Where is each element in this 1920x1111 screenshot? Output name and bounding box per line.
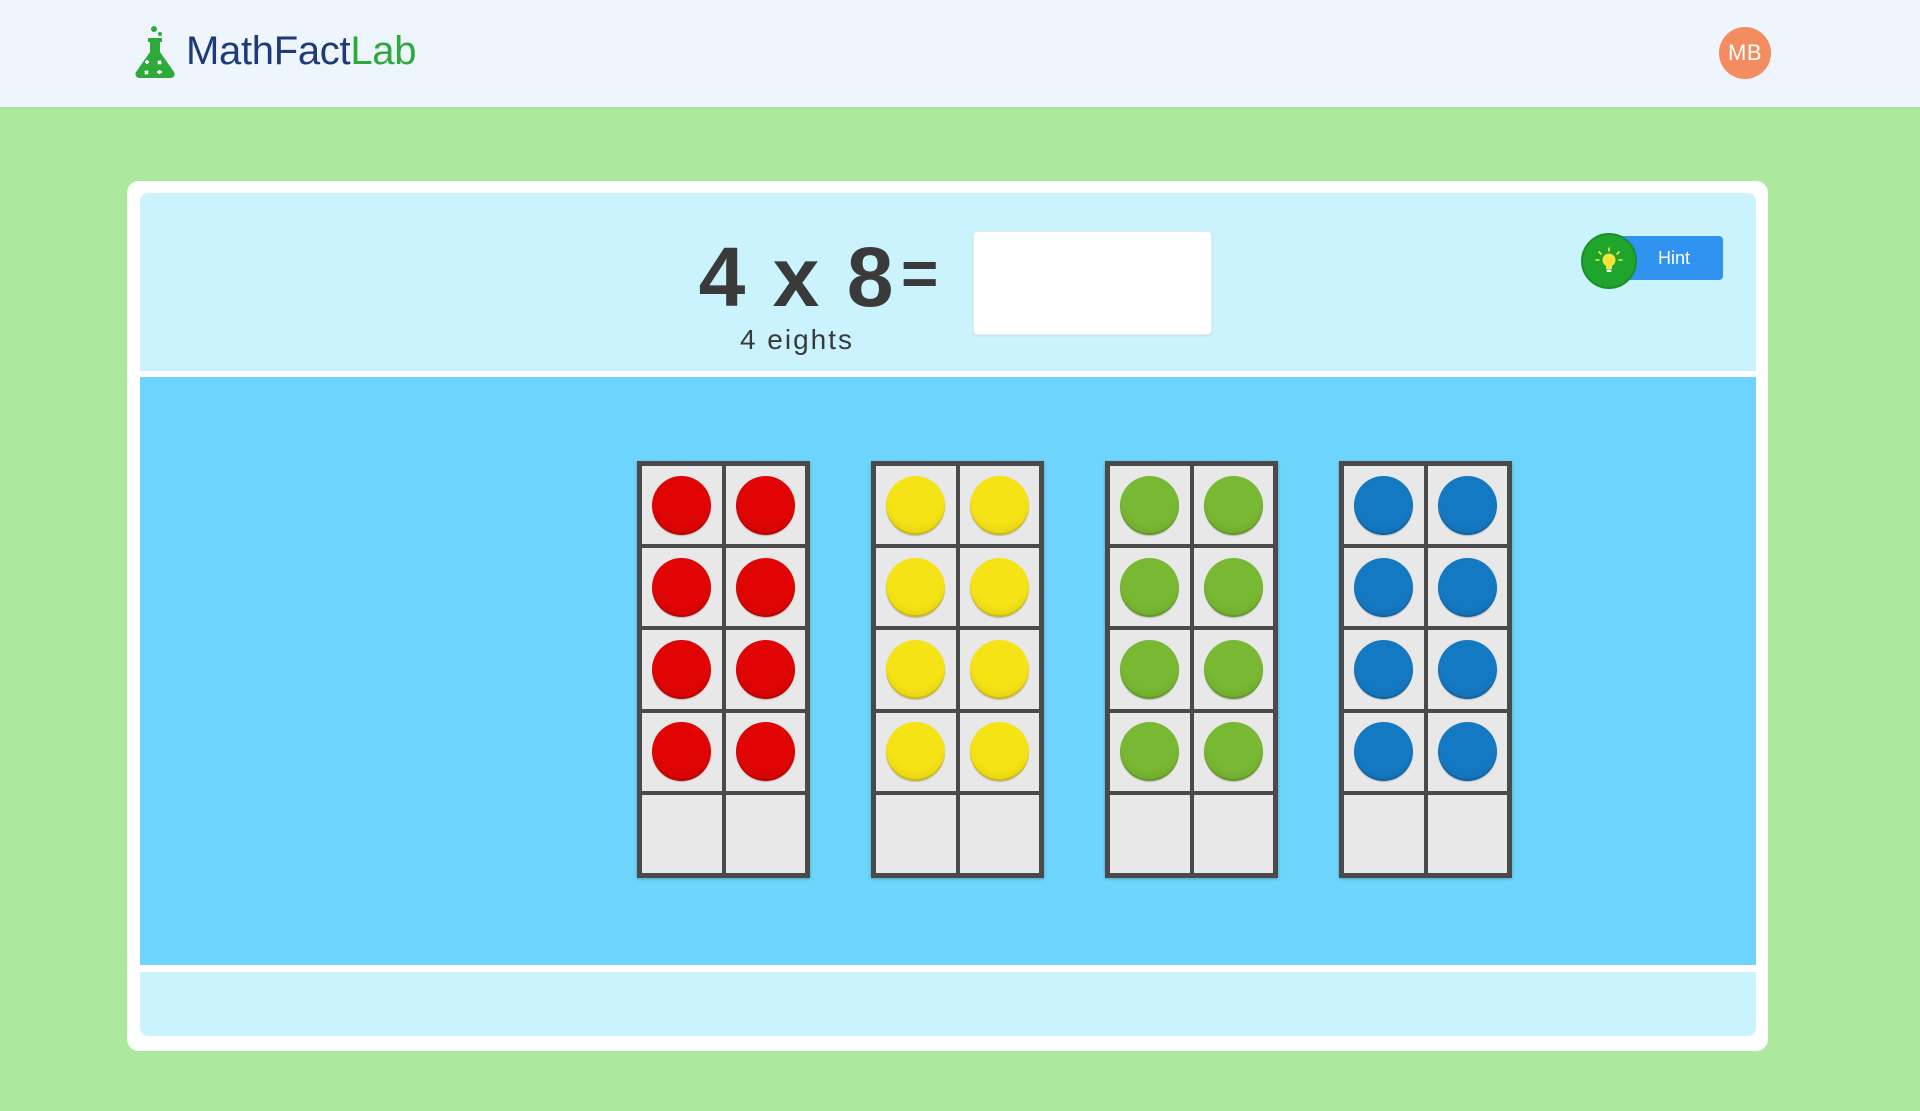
ten-frame-blue: [1339, 461, 1512, 878]
ten-frame-cell: [1344, 548, 1424, 627]
ten-frame-cell: [1110, 548, 1190, 627]
red-counter: [735, 557, 795, 617]
ten-frame-cell: [959, 466, 1039, 545]
ten-frame-cell: [725, 794, 805, 873]
green-counter: [1120, 639, 1180, 699]
ten-frame-cell: [1110, 712, 1190, 791]
yellow-counter: [886, 639, 946, 699]
blue-counter: [1437, 475, 1497, 535]
ten-frame-cell: [876, 712, 956, 791]
ten-frame-cell: [642, 548, 722, 627]
ten-frame-cell: [725, 630, 805, 709]
red-counter: [652, 557, 712, 617]
ten-frame-cell: [1427, 794, 1507, 873]
yellow-counter: [886, 475, 946, 535]
ten-frame-cell: [876, 630, 956, 709]
ten-frame-cell: [1427, 548, 1507, 627]
red-counter: [652, 475, 712, 535]
ten-frame-cell: [959, 712, 1039, 791]
ten-frame-yellow: [871, 461, 1044, 878]
feedback-panel: [140, 972, 1756, 1036]
flask-icon: [135, 26, 175, 78]
ten-frame-cell: [1110, 630, 1190, 709]
problem-panel: 4 x 8 4 eights = Hint: [140, 193, 1756, 371]
green-counter: [1203, 475, 1263, 535]
ten-frame-cell: [725, 712, 805, 791]
red-counter: [735, 722, 795, 782]
answer-input[interactable]: [973, 231, 1212, 335]
ten-frame-model-panel: [140, 377, 1756, 965]
red-counter: [735, 475, 795, 535]
blue-counter: [1354, 557, 1414, 617]
ten-frame-cell: [1427, 630, 1507, 709]
ten-frame-cell: [1193, 466, 1273, 545]
mathfactlab-logo[interactable]: MathFactLab: [132, 24, 416, 78]
yellow-counter: [886, 722, 946, 782]
blue-counter: [1437, 722, 1497, 782]
red-counter: [652, 722, 712, 782]
ten-frame-cell: [876, 794, 956, 873]
ten-frame-cell: [725, 548, 805, 627]
ten-frame-cell: [725, 466, 805, 545]
red-counter: [652, 639, 712, 699]
ten-frame-cell: [959, 548, 1039, 627]
ten-frame-red: [637, 461, 810, 878]
ten-frame-cell: [642, 712, 722, 791]
blue-counter: [1354, 722, 1414, 782]
lightbulb-icon: [1581, 233, 1637, 289]
green-counter: [1120, 475, 1180, 535]
green-counter: [1203, 557, 1263, 617]
fact-words: 4 eights: [739, 324, 855, 355]
ten-frame-cell: [1427, 712, 1507, 791]
yellow-counter: [969, 722, 1029, 782]
ten-frame-cell: [1344, 466, 1424, 545]
ten-frame-cell: [642, 794, 722, 873]
ten-frame-cell: [959, 630, 1039, 709]
ten-frame-cell: [1193, 630, 1273, 709]
logo-wordmark: MathFactLab: [186, 31, 416, 71]
ten-frame-cell: [1193, 548, 1273, 627]
ten-frame-cell: [1193, 712, 1273, 791]
logo-text-mathfact: MathFact: [186, 29, 351, 73]
ten-frame-cell: [642, 630, 722, 709]
hint-button[interactable]: Hint: [1581, 233, 1723, 289]
yellow-counter: [886, 557, 946, 617]
logo-text-lab: Lab: [350, 29, 417, 73]
red-counter: [735, 639, 795, 699]
ten-frame-green: [1105, 461, 1278, 878]
equals-sign: =: [901, 237, 939, 309]
ten-frame-cell: [876, 466, 956, 545]
yellow-counter: [969, 557, 1029, 617]
user-avatar[interactable]: MB: [1719, 27, 1771, 79]
ten-frame-cell: [1193, 794, 1273, 873]
ten-frame-cell: [1344, 630, 1424, 709]
blue-counter: [1354, 639, 1414, 699]
practice-card: 4 x 8 4 eights = Hint: [127, 181, 1768, 1051]
ten-frame-cell: [1344, 712, 1424, 791]
green-counter: [1120, 557, 1180, 617]
ten-frame-cell: [1427, 466, 1507, 545]
ten-frame-cell: [876, 548, 956, 627]
ten-frame-cell: [1344, 794, 1424, 873]
green-counter: [1120, 722, 1180, 782]
blue-counter: [1437, 557, 1497, 617]
math-fact: 4 x 8: [698, 230, 896, 324]
ten-frame-cell: [959, 794, 1039, 873]
top-bar: MathFactLab MB: [0, 0, 1920, 107]
green-counter: [1203, 722, 1263, 782]
ten-frame-cell: [1110, 794, 1190, 873]
blue-counter: [1437, 639, 1497, 699]
ten-frame-cell: [1110, 466, 1190, 545]
ten-frame-cell: [642, 466, 722, 545]
yellow-counter: [969, 475, 1029, 535]
yellow-counter: [969, 639, 1029, 699]
green-counter: [1203, 639, 1263, 699]
blue-counter: [1354, 475, 1414, 535]
